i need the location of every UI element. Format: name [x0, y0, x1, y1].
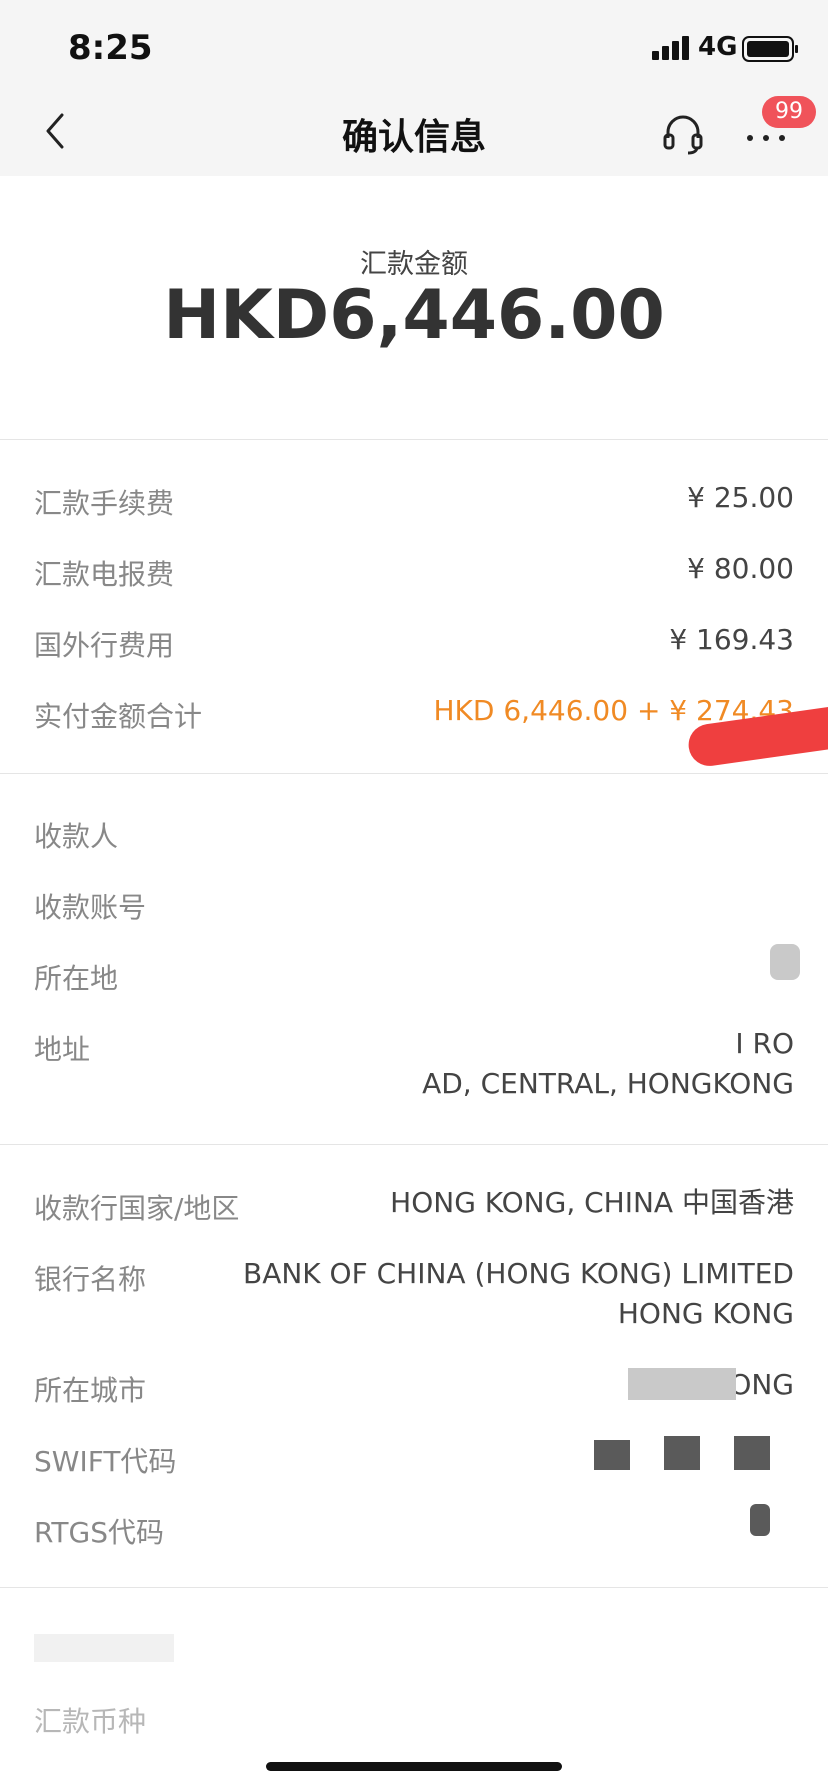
- customer-service-button[interactable]: [658, 108, 708, 158]
- amount-section: 汇款金额 HKD6,446.00: [0, 176, 828, 439]
- payee-address-line2: AD, CENTRAL, HONGKONG: [422, 1067, 794, 1100]
- fee-label: 汇款手续费: [34, 487, 175, 520]
- fee-value: ¥ 25.00: [687, 481, 794, 514]
- rtgs-code-label: RTGS代码: [34, 1516, 164, 1549]
- foreign-bank-fee-label: 国外行费用: [34, 629, 175, 662]
- redacted-city: [628, 1368, 736, 1400]
- home-indicator: [266, 1762, 562, 1771]
- redacted-location: [770, 944, 800, 980]
- bank-country-label: 收款行国家/地区: [34, 1192, 240, 1225]
- divider: [0, 1587, 828, 1588]
- divider: [0, 773, 828, 774]
- bank-city-value: ONG: [729, 1368, 794, 1401]
- chevron-left-icon: [46, 113, 64, 149]
- bank-name-label: 银行名称: [34, 1263, 147, 1296]
- redacted-swift-part: [734, 1436, 770, 1470]
- divider: [0, 1144, 828, 1145]
- network-type: 4G: [698, 32, 738, 62]
- notification-badge: 99: [762, 96, 816, 128]
- bank-city-label: 所在城市: [34, 1374, 147, 1407]
- bank-name-line1: BANK OF CHINA (HONG KONG) LIMITED: [242, 1257, 794, 1290]
- telegraph-fee-value: ¥ 80.00: [687, 552, 794, 585]
- nav-bar: 确认信息: [0, 90, 828, 176]
- telegraph-fee-label: 汇款电报费: [34, 558, 175, 591]
- swift-code-label: SWIFT代码: [34, 1445, 177, 1478]
- payee-location-label: 所在地: [34, 962, 119, 995]
- status-time: 8:25: [68, 28, 153, 68]
- back-button[interactable]: [30, 106, 80, 156]
- total-paid-label: 实付金额合计: [34, 700, 203, 733]
- redacted-swift-part: [664, 1436, 700, 1470]
- redacted-row: [34, 1634, 174, 1662]
- payee-account-label: 收款账号: [34, 891, 147, 924]
- foreign-bank-fee-value: ¥ 169.43: [669, 623, 794, 656]
- bank-country-value: HONG KONG, CHINA 中国香港: [390, 1186, 794, 1219]
- bank-name-line2: HONG KONG: [617, 1297, 794, 1330]
- signal-icon: [652, 36, 692, 60]
- remit-currency-label: 汇款币种: [34, 1705, 147, 1738]
- payee-name-label: 收款人: [34, 820, 119, 853]
- battery-icon: [742, 36, 798, 62]
- amount-value: HKD6,446.00: [163, 276, 665, 355]
- payee-address-label: 地址: [34, 1033, 91, 1066]
- divider: [0, 439, 828, 440]
- redacted-rtgs: [750, 1504, 770, 1536]
- status-bar: 8:25 4G: [0, 0, 828, 90]
- redacted-swift-part: [594, 1440, 630, 1470]
- headset-icon: [663, 115, 703, 155]
- payee-address-line1: I RO: [735, 1027, 794, 1060]
